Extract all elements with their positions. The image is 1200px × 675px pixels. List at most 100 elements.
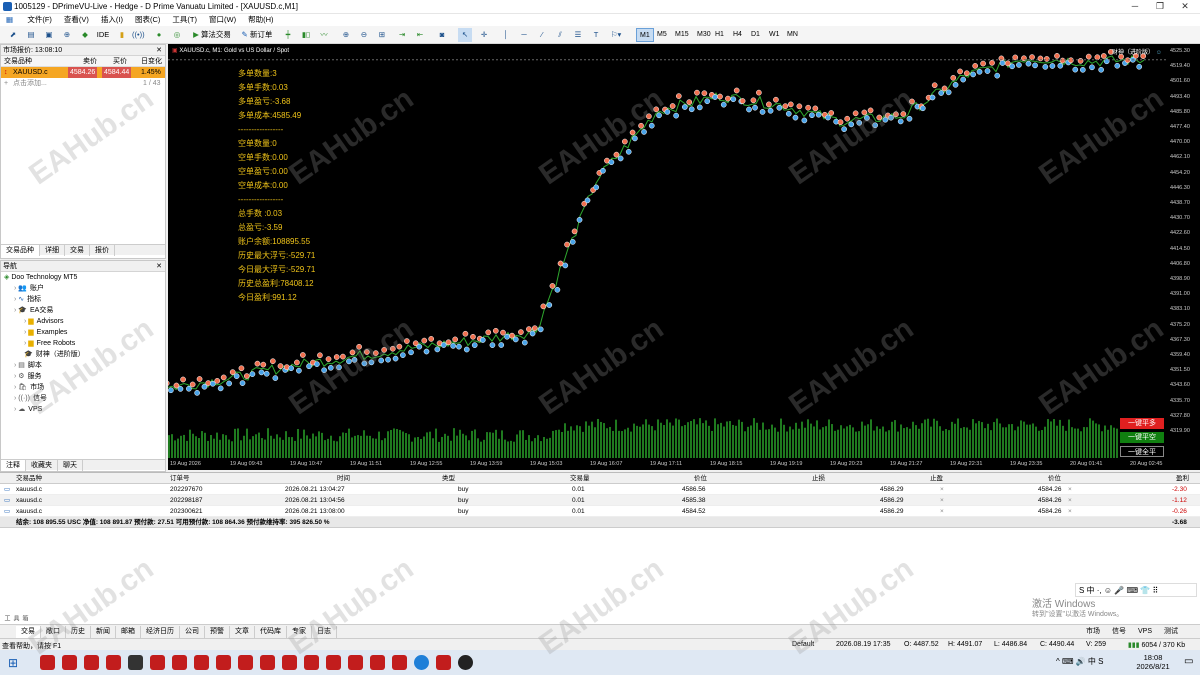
signals-icon[interactable]: ((•)) — [132, 28, 145, 42]
close-button[interactable]: ✕ — [1175, 1, 1195, 13]
minimize-button[interactable]: ─ — [1125, 1, 1145, 13]
taskbar-app-icon[interactable] — [370, 655, 385, 670]
taskbar-app-icon[interactable] — [260, 655, 275, 670]
market-icon[interactable]: ◎ — [170, 28, 184, 42]
position-row[interactable]: ▭ xauusd.c 202298187 2026.08.21 13:04:56 buy… — [0, 495, 1200, 506]
autoscroll-icon[interactable]: ⇥ — [396, 28, 408, 42]
col-sl[interactable]: 止损 — [812, 473, 825, 484]
taskbar-app-icon[interactable] — [348, 655, 363, 670]
cursor-icon[interactable]: ↖ — [458, 28, 472, 42]
market-watch-icon[interactable]: ▣ — [42, 28, 56, 42]
status-network[interactable]: ▮▮▮ 6054 / 370 Kb — [1128, 641, 1185, 649]
remove-tp-icon[interactable]: × — [940, 495, 944, 506]
navigator-item-11[interactable]: › ☁ VPS — [1, 404, 165, 415]
toolbox-tab-9[interactable]: 代码库 — [255, 626, 287, 638]
bar-chart-icon[interactable]: ┿ — [282, 28, 294, 42]
taskbar-app-icon[interactable] — [128, 655, 143, 670]
market-row-xauusd[interactable]: ↕ XAUUSD.c 4584.26 4584.44 1.45% — [1, 67, 165, 78]
col-bid[interactable]: 卖价 — [83, 56, 97, 67]
timeframe-m5[interactable]: M5 — [654, 28, 670, 42]
remove-tp-icon[interactable]: × — [940, 506, 944, 517]
taskbar-app-icon[interactable] — [414, 655, 429, 670]
shapes-icon[interactable]: ⚐▾ — [606, 28, 626, 42]
screenshot-icon[interactable]: ◙ — [436, 28, 448, 42]
menu-item-3[interactable]: 图表(C) — [129, 14, 166, 26]
menu-item-5[interactable]: 窗口(W) — [203, 14, 242, 26]
timeframe-d1[interactable]: D1 — [748, 28, 763, 42]
tab-trading[interactable]: 交易 — [65, 245, 90, 256]
time-axis[interactable]: 19 Aug 2026 19 Aug 09:43 19 Aug 10:47 19 Au… — [168, 459, 1168, 470]
toolbox-right-tab-3[interactable]: 测试 — [1158, 626, 1184, 638]
menu-item-2[interactable]: 插入(I) — [95, 14, 129, 26]
toolbox-right-tab-2[interactable]: VPS — [1132, 626, 1158, 638]
profiles-icon[interactable]: ▤ — [24, 28, 38, 42]
timeframe-h1[interactable]: H1 — [712, 28, 727, 42]
timeframe-m1[interactable]: M1 — [636, 28, 654, 42]
zoom-out-icon[interactable]: ⊖ — [358, 28, 370, 42]
close-all-button[interactable]: 一键全平 — [1120, 446, 1164, 457]
zoom-in-icon[interactable]: ⊕ — [340, 28, 352, 42]
lock-icon[interactable]: ▮ — [116, 28, 128, 42]
timeframe-mn[interactable]: MN — [784, 28, 801, 42]
timeframe-m15[interactable]: M15 — [672, 28, 692, 42]
candle-chart-icon[interactable]: ▮▯ — [300, 28, 312, 42]
text-icon[interactable]: T — [590, 28, 602, 42]
vps-icon[interactable]: ● — [152, 28, 166, 42]
position-row[interactable]: ▭ xauusd.c 202300621 2026.08.21 13:08:00 buy… — [0, 506, 1200, 517]
horizontal-line-icon[interactable]: ─ — [518, 28, 530, 42]
taskbar-app-icon[interactable] — [106, 655, 121, 670]
col-type[interactable]: 类型 — [442, 473, 455, 484]
price-axis[interactable]: 4525.30 4519.40 4501.60 4493.40 4485.80 4477.… — [1168, 44, 1200, 470]
navigator-icon[interactable]: ◆ — [78, 28, 92, 42]
tab-ticks[interactable]: 报价 — [90, 245, 115, 256]
timeframe-w1[interactable]: W1 — [766, 28, 783, 42]
ime-toolbar[interactable]: S 中 ·, ☺ 🎤 ⌨ 👕 ⠿ — [1075, 583, 1197, 597]
toolbox-tab-4[interactable]: 邮箱 — [116, 626, 141, 638]
close-position-icon[interactable]: × — [1068, 495, 1072, 506]
col-tp[interactable]: 止盈 — [930, 473, 943, 484]
remove-tp-icon[interactable]: × — [940, 484, 944, 495]
taskbar-app-icon[interactable] — [392, 655, 407, 670]
close-icon[interactable]: ✕ — [156, 261, 162, 272]
taskbar-app-icon[interactable] — [84, 655, 99, 670]
maximize-button[interactable]: ❐ — [1150, 1, 1170, 13]
close-icon[interactable]: ✕ — [156, 45, 162, 56]
col-ask[interactable]: 买价 — [113, 56, 127, 67]
taskbar-app-icon[interactable] — [436, 655, 451, 670]
taskbar-app-icon[interactable] — [150, 655, 165, 670]
close-sell-button[interactable]: 一键平空 — [1120, 432, 1164, 443]
menu-item-6[interactable]: 帮助(H) — [242, 14, 279, 26]
tab-favorites[interactable]: 收藏夹 — [26, 460, 58, 471]
taskbar-app-icon[interactable] — [282, 655, 297, 670]
close-buy-button[interactable]: 一键平多 — [1120, 418, 1164, 429]
fibonacci-icon[interactable]: ☰ — [572, 28, 584, 42]
toolbox-right-tab-0[interactable]: 市场 — [1080, 626, 1106, 638]
taskbar-app-icon[interactable] — [326, 655, 341, 670]
new-chart-icon[interactable]: ⬈ — [6, 28, 20, 42]
toolbox-tab-7[interactable]: 预警 — [205, 626, 230, 638]
algo-trading-button[interactable]: ▶ 算法交易 — [190, 28, 234, 42]
app-menu-icon[interactable]: ▦ — [0, 14, 19, 26]
chart-shift-icon[interactable]: ⇤ — [414, 28, 426, 42]
toolbox-tab-8[interactable]: 文章 — [230, 626, 255, 638]
taskbar-app-icon[interactable] — [238, 655, 253, 670]
ide-button[interactable]: IDE — [96, 28, 110, 42]
data-window-icon[interactable]: ⊕ — [60, 28, 74, 42]
toolbox-tab-5[interactable]: 经济日历 — [141, 626, 180, 638]
vertical-line-icon[interactable]: │ — [500, 28, 512, 42]
navigator-item-1[interactable]: › ∿ 指标 — [1, 294, 165, 305]
navigator-item-0[interactable]: › 👥 账户 — [1, 283, 165, 294]
close-position-icon[interactable]: × — [1068, 484, 1072, 495]
start-icon[interactable]: ⊞ — [8, 656, 21, 670]
toolbox-tab-6[interactable]: 公司 — [180, 626, 205, 638]
col-change[interactable]: 日变化 — [141, 56, 162, 67]
col-ticket[interactable]: 订单号 — [170, 473, 190, 484]
col-price[interactable]: 价位 — [694, 473, 707, 484]
close-position-icon[interactable]: × — [1068, 506, 1072, 517]
menu-item-4[interactable]: 工具(T) — [166, 14, 203, 26]
tab-symbols[interactable]: 交易品种 — [1, 245, 40, 256]
menu-item-0[interactable]: 文件(F) — [21, 14, 58, 26]
menu-item-1[interactable]: 查看(V) — [58, 14, 95, 26]
timeframe-m30[interactable]: M30 — [694, 28, 714, 42]
tab-details[interactable]: 详细 — [40, 245, 65, 256]
